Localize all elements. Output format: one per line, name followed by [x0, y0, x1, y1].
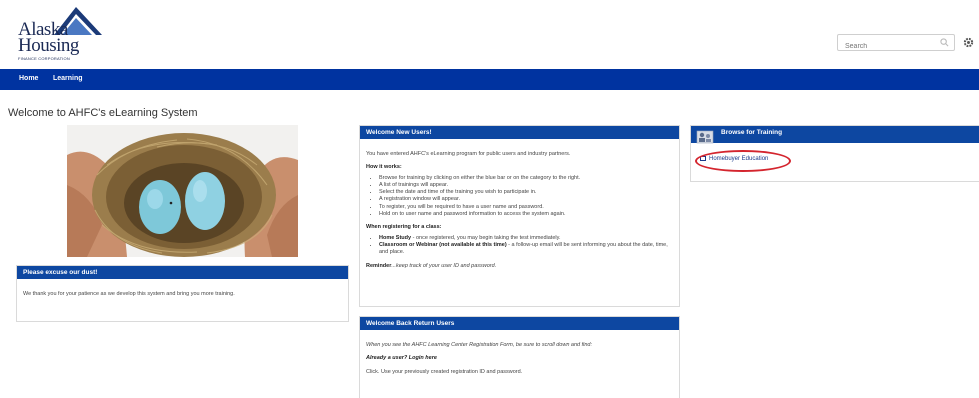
classroom-label: Classroom or Webinar (not available at t…: [379, 241, 507, 248]
list-item: A list of trainings will appear.: [379, 182, 673, 189]
list-item: To register, you will be required to hav…: [379, 204, 673, 211]
logo-text-corporation: FINANCE CORPORATION: [18, 56, 70, 61]
training-icon: [696, 130, 714, 144]
highlight-ellipse: [695, 150, 791, 172]
excuse-dust-panel: Please excuse our dust! We thank you for…: [16, 265, 349, 322]
ahfc-logo[interactable]: Alaska Housing FINANCE CORPORATION: [14, 5, 104, 63]
registering-heading: When registering for a class:: [366, 224, 442, 231]
nest-eggs-image: [67, 125, 298, 257]
list-item: Browse for training by clicking on eithe…: [379, 175, 673, 182]
logo-text-housing: Housing: [18, 35, 79, 56]
page-title: Welcome to AHFC's eLearning System: [8, 107, 198, 119]
search-icon[interactable]: [940, 38, 949, 47]
registering-list: Home Study - once registered, you may be…: [379, 235, 673, 257]
nav-home[interactable]: Home: [19, 75, 38, 82]
browse-training-title: Browse for Training: [721, 129, 783, 136]
return-users-panel: Welcome Back Return Users When you see t…: [359, 316, 680, 398]
how-it-works-list: Browse for training by clicking on eithe…: [379, 175, 673, 219]
nav-learning[interactable]: Learning: [53, 75, 83, 82]
new-users-intro: You have entered AHFC's eLearning progra…: [366, 151, 571, 157]
excuse-dust-title: Please excuse our dust!: [17, 266, 348, 279]
main-nav: Home Learning: [0, 69, 979, 90]
return-users-line3: Click. Use your previously created regis…: [366, 368, 523, 375]
home-study-label: Home Study: [379, 234, 412, 241]
gear-icon[interactable]: [963, 37, 974, 48]
how-it-works-heading: How it works:: [366, 164, 402, 171]
return-users-line2[interactable]: Already a user? Login here: [366, 355, 673, 362]
reminder-label: Reminder: [366, 262, 392, 269]
list-item: Hold on to user name and password inform…: [379, 211, 673, 218]
return-users-line1: When you see the AHFC Learning Center Re…: [366, 342, 593, 348]
list-item: A registration window will appear.: [379, 196, 673, 203]
list-item: Home Study - once registered, you may be…: [379, 235, 673, 242]
search-box[interactable]: [837, 34, 955, 54]
home-study-text: - once registered, you may begin taking …: [411, 234, 561, 241]
list-item: Select the date and time of the training…: [379, 189, 673, 196]
excuse-dust-text: We thank you for your patience as we dev…: [23, 291, 235, 297]
reminder-text: ...keep track of your user ID and passwo…: [391, 262, 497, 269]
new-users-panel: Welcome New Users! You have entered AHFC…: [359, 125, 680, 307]
list-item: Classroom or Webinar (not available at t…: [379, 242, 673, 257]
new-users-title: Welcome New Users!: [360, 126, 679, 139]
search-input[interactable]: [838, 39, 934, 54]
return-users-title: Welcome Back Return Users: [360, 317, 679, 330]
